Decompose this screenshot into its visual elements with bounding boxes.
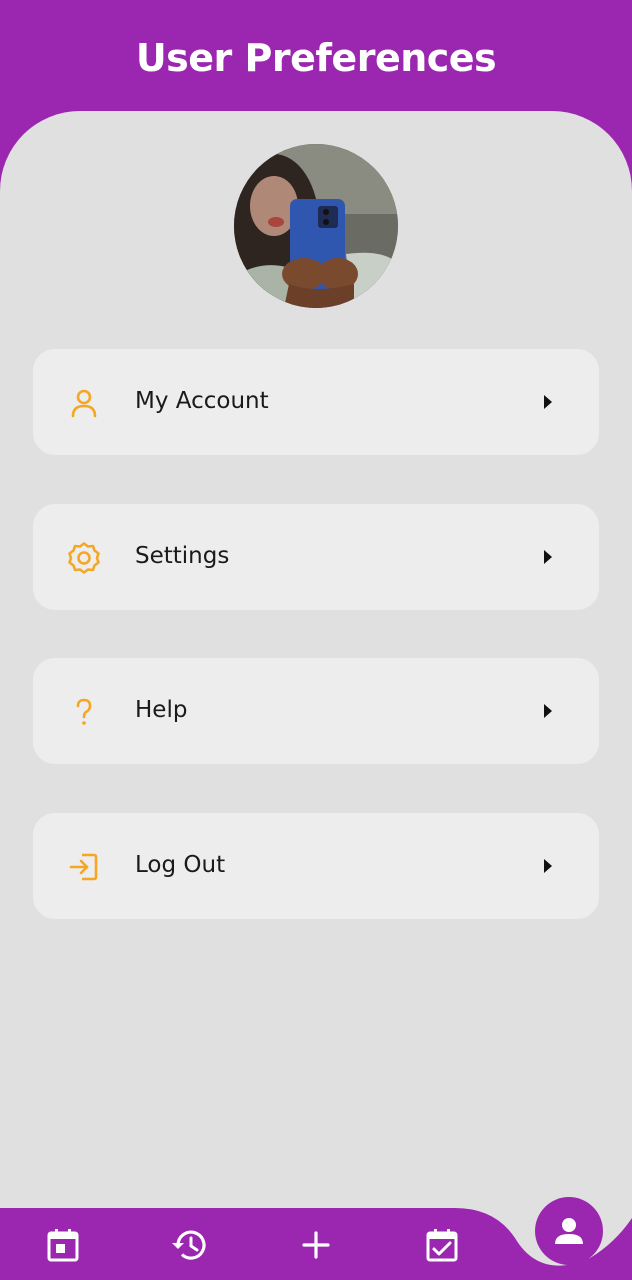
menu-item-label: Help xyxy=(135,697,188,723)
profile-icon xyxy=(555,1218,583,1244)
chevron-right-icon xyxy=(544,550,552,564)
question-icon xyxy=(67,695,101,729)
gear-icon xyxy=(67,541,101,575)
profile-photo xyxy=(234,144,398,308)
menu-item-settings[interactable]: Settings xyxy=(33,504,599,610)
menu-item-label: Settings xyxy=(135,543,230,569)
calendar-icon xyxy=(47,1229,79,1262)
page-title: User Preferences xyxy=(135,36,497,80)
nav-profile-button[interactable] xyxy=(535,1197,603,1265)
chevron-right-icon xyxy=(544,859,552,873)
logout-icon xyxy=(67,850,101,884)
calendar-check-icon xyxy=(426,1229,458,1262)
menu-item-label: My Account xyxy=(135,388,269,414)
nav-add-button[interactable] xyxy=(297,1226,335,1264)
menu-item-log-out[interactable]: Log Out xyxy=(33,813,599,919)
chevron-right-icon xyxy=(544,395,552,409)
menu-item-help[interactable]: Help xyxy=(33,658,599,764)
nav-tasks-button[interactable] xyxy=(423,1226,461,1264)
person-icon xyxy=(67,386,101,420)
add-icon xyxy=(302,1231,330,1259)
menu-item-my-account[interactable]: My Account xyxy=(33,349,599,455)
menu-item-label: Log Out xyxy=(135,852,226,878)
nav-history-button[interactable] xyxy=(170,1226,208,1264)
history-icon xyxy=(172,1230,206,1260)
avatar[interactable] xyxy=(234,144,398,308)
nav-calendar-button[interactable] xyxy=(44,1226,82,1264)
chevron-right-icon xyxy=(544,704,552,718)
